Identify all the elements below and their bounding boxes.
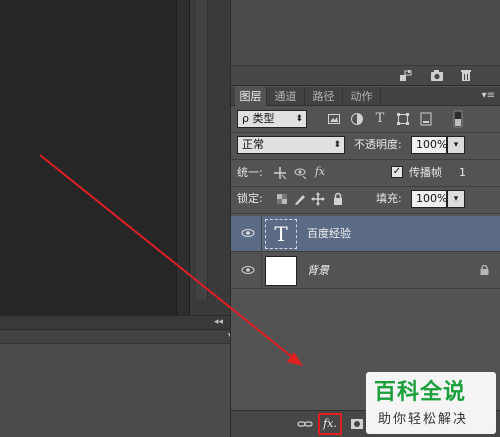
document-canvas-area[interactable] <box>0 0 176 315</box>
bottom-panel-titlebar: ◂◂ × <box>0 316 244 330</box>
fill-label: 填充: <box>376 192 402 205</box>
smartobject-filter-icon[interactable] <box>419 112 433 126</box>
search-icon: ρ <box>242 112 249 125</box>
fx-icon[interactable]: fx. <box>322 417 338 431</box>
propagate-checkbox[interactable]: ✓ <box>391 166 403 178</box>
upper-panel-footer <box>231 66 500 86</box>
tab-actions[interactable]: 动作 <box>343 87 381 106</box>
adjustment-filter-icon[interactable] <box>350 112 364 126</box>
blend-mode-value: 正常 <box>242 138 264 151</box>
lock-pixels-icon[interactable] <box>293 192 307 206</box>
opacity-dropdown-button[interactable]: ▾ <box>447 136 465 154</box>
dock-divider[interactable] <box>196 0 208 300</box>
opacity-input[interactable]: 100% <box>411 136 447 154</box>
lock-position-icon[interactable] <box>311 192 325 206</box>
shape-filter-icon[interactable] <box>396 112 410 126</box>
chevron-updown-icon: ⬍ <box>295 114 303 124</box>
canvas-scrollbar[interactable] <box>176 0 190 315</box>
layer-row-background[interactable]: 背景 <box>231 253 500 289</box>
layer-name[interactable]: 百度经验 <box>307 225 351 241</box>
chevron-updown-icon: ⬍ <box>333 140 341 150</box>
lock-label: 锁定: <box>237 192 263 205</box>
image-filter-icon[interactable] <box>327 112 341 126</box>
watermark-subtitle: 助你轻松解决 <box>378 412 469 427</box>
layer-kind-filter[interactable]: ρ 类型 ⬍ <box>237 110 307 128</box>
unify-position-icon[interactable] <box>273 166 287 180</box>
bottom-panel-tabbar: ▾≡ <box>0 330 244 344</box>
text-layer-thumbnail: T <box>265 219 297 249</box>
layer-row-text[interactable]: T 百度经验 <box>231 216 500 252</box>
panel-dock-strip <box>190 0 230 315</box>
adjust-icon[interactable] <box>399 69 413 82</box>
frame-number: 1 <box>459 166 466 179</box>
mask-icon[interactable] <box>349 417 365 431</box>
eye-icon[interactable] <box>241 228 255 238</box>
blend-mode-select[interactable]: 正常 ⬍ <box>237 136 345 154</box>
fill-input[interactable]: 100% <box>411 190 447 208</box>
lock-icon[interactable] <box>480 264 489 275</box>
opacity-label: 不透明度: <box>354 138 402 151</box>
fill-dropdown-button[interactable]: ▾ <box>447 190 465 208</box>
lock-row: 锁定: 填充: 100% ▾ <box>231 188 500 212</box>
tab-channels[interactable]: 通道 <box>267 87 305 106</box>
bottom-docked-panel: ◂◂ × ▾≡ <box>0 315 244 437</box>
filter-row: ρ 类型 ⬍ T <box>231 107 500 131</box>
panel-menu-icon[interactable]: ▾≡ <box>482 90 495 101</box>
lock-all-icon[interactable] <box>331 192 345 206</box>
lock-transparency-icon[interactable] <box>275 192 289 206</box>
link-icon[interactable] <box>297 417 313 431</box>
eye-icon[interactable] <box>241 265 255 275</box>
unify-row: 统一: fx ✓ 传播帧 1 <box>231 161 500 185</box>
layer-name[interactable]: 背景 <box>307 262 329 278</box>
text-filter-icon[interactable]: T <box>373 112 387 126</box>
bottom-panel-body <box>0 345 244 437</box>
background-layer-thumbnail <box>265 256 297 286</box>
collapse-icon[interactable]: ◂◂ <box>214 317 223 327</box>
filter-toggle-switch[interactable] <box>453 110 463 128</box>
tab-paths[interactable]: 路径 <box>305 87 343 106</box>
propagate-label: 传播帧 <box>409 166 442 179</box>
kind-filter-label: 类型 <box>252 112 275 125</box>
unify-visibility-icon[interactable] <box>293 166 307 180</box>
upper-panel <box>231 0 500 66</box>
camera-icon[interactable] <box>430 69 444 82</box>
tab-layers[interactable]: 图层 <box>235 87 267 106</box>
unify-style-icon[interactable]: fx <box>313 165 327 179</box>
panel-tabs: 图层 通道 路径 动作 ▾≡ <box>231 87 500 106</box>
watermark-title: 百科全说 <box>374 380 467 405</box>
unify-label: 统一: <box>237 166 263 179</box>
watermark-logo: 百科全说 助你轻松解决 <box>366 372 496 434</box>
blend-row: 正常 ⬍ 不透明度: 100% ▾ <box>231 134 500 158</box>
trash-icon[interactable] <box>459 69 473 82</box>
